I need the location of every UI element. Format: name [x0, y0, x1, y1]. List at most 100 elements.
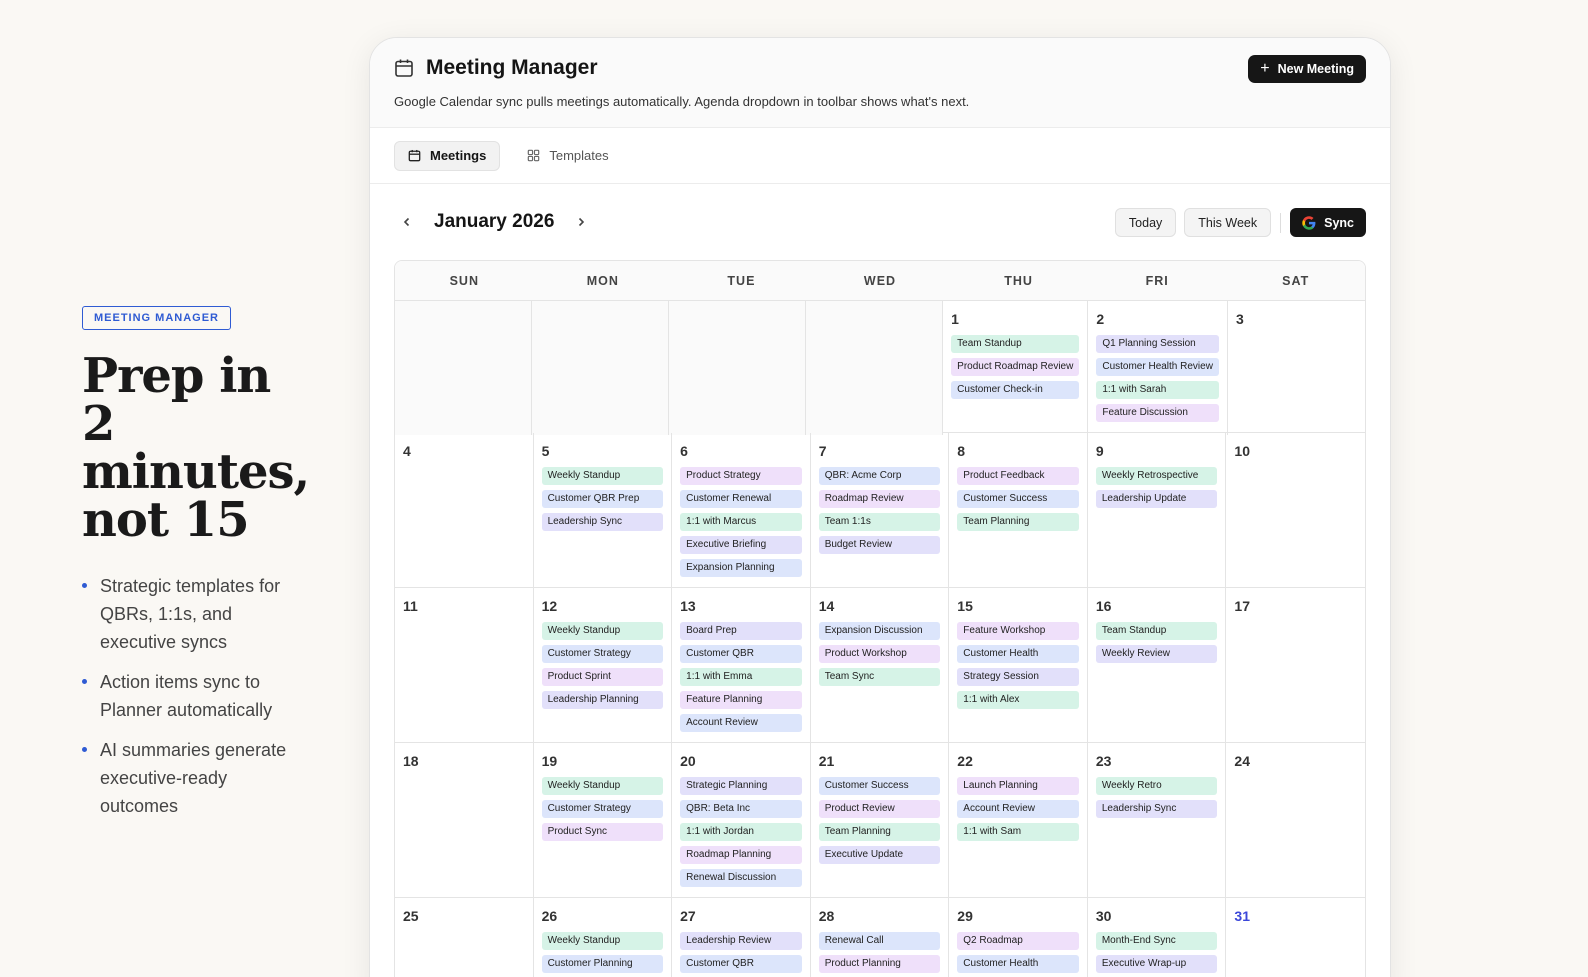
meeting-event[interactable]: 1:1 with Jordan: [680, 823, 802, 841]
meeting-event[interactable]: Leadership Update: [1095, 490, 1218, 508]
meeting-event[interactable]: Customer Planning: [541, 955, 664, 973]
meeting-event[interactable]: 1:1 with Emma: [680, 668, 802, 686]
meeting-event[interactable]: Weekly Standup: [541, 622, 664, 640]
meeting-event[interactable]: Customer Check-in: [951, 381, 1080, 399]
calendar-day-cell[interactable]: 15 Feature Workshop Customer Health Strateg…: [949, 588, 1088, 745]
meeting-event[interactable]: Customer Strategy: [541, 645, 664, 663]
meeting-event[interactable]: Product Planning: [818, 955, 941, 973]
meeting-event[interactable]: Q2 Roadmap: [957, 932, 1079, 950]
meeting-event[interactable]: Product Review: [818, 800, 941, 818]
meeting-event[interactable]: Product Sprint: [541, 668, 664, 686]
meeting-event[interactable]: Feature Workshop: [957, 622, 1079, 640]
meeting-event[interactable]: Feature Discussion: [1096, 404, 1219, 422]
meeting-event[interactable]: Customer Success: [957, 490, 1079, 508]
calendar-day-cell[interactable]: 26 Weekly Standup Customer Planning: [534, 898, 673, 977]
calendar-day-cell[interactable]: 3: [1228, 301, 1365, 435]
meeting-event[interactable]: Team Standup: [951, 335, 1080, 353]
calendar-day-cell[interactable]: 19 Weekly Standup Customer Strategy Product…: [534, 743, 673, 900]
meeting-event[interactable]: Customer QBR: [680, 955, 802, 973]
calendar-day-cell[interactable]: 1 Team Standup Product Roadmap Review Custo…: [943, 301, 1089, 435]
calendar-day-cell[interactable]: 4: [395, 433, 534, 590]
meeting-event[interactable]: Feature Planning: [680, 691, 802, 709]
meeting-event[interactable]: Expansion Discussion: [818, 622, 941, 640]
calendar-day-cell[interactable]: 17: [1226, 588, 1365, 745]
calendar-day-cell[interactable]: 23 Weekly Retro Leadership Sync: [1088, 743, 1227, 900]
tab-meetings[interactable]: Meetings: [394, 140, 501, 171]
meeting-event[interactable]: Product Strategy: [680, 467, 802, 485]
meeting-event[interactable]: Weekly Standup: [541, 777, 664, 795]
meeting-event[interactable]: Customer Success: [818, 777, 941, 795]
meeting-event[interactable]: 1:1 with Sam: [957, 823, 1079, 841]
calendar-day-cell[interactable]: 2 Q1 Planning Session Customer Health Revi…: [1088, 301, 1228, 435]
meeting-event[interactable]: Product Workshop: [818, 645, 941, 663]
meeting-event[interactable]: Leadership Planning: [541, 691, 664, 709]
calendar-day-cell[interactable]: 28 Renewal Call Product Planning: [811, 898, 950, 977]
meeting-event[interactable]: Team Planning: [957, 513, 1079, 531]
calendar-day-cell[interactable]: 5 Weekly Standup Customer QBR Prep Leadersh…: [534, 433, 673, 590]
meeting-event[interactable]: Weekly Retrospective: [1095, 467, 1218, 485]
calendar-day-cell[interactable]: 11: [395, 588, 534, 745]
meeting-event[interactable]: Product Sync: [541, 823, 664, 841]
meeting-event[interactable]: Weekly Standup: [541, 932, 664, 950]
meeting-event[interactable]: Account Review: [957, 800, 1079, 818]
meeting-event[interactable]: Leadership Review: [680, 932, 802, 950]
calendar-day-cell[interactable]: 13 Board Prep Customer QBR 1:1 with Emma Fea…: [672, 588, 811, 745]
meeting-event[interactable]: Launch Planning: [957, 777, 1079, 795]
meeting-event[interactable]: Customer Health Review: [1096, 358, 1219, 376]
tab-templates[interactable]: Templates: [514, 141, 621, 171]
meeting-event[interactable]: Account Review: [680, 714, 802, 732]
calendar-day-cell[interactable]: 14 Expansion Discussion Product Workshop Te…: [811, 588, 950, 745]
meeting-event[interactable]: Expansion Planning: [680, 559, 802, 577]
this-week-button[interactable]: This Week: [1184, 208, 1272, 237]
meeting-event[interactable]: Team 1:1s: [818, 513, 941, 531]
meeting-event[interactable]: Customer QBR Prep: [541, 490, 664, 508]
meeting-event[interactable]: Team Sync: [818, 668, 941, 686]
chevron-right-icon[interactable]: [568, 209, 594, 235]
meeting-event[interactable]: Customer Health: [957, 955, 1079, 973]
meeting-event[interactable]: Weekly Review: [1095, 645, 1218, 663]
calendar-day-cell[interactable]: 20 Strategic Planning QBR: Beta Inc 1:1 wit…: [672, 743, 811, 900]
meeting-event[interactable]: Renewal Discussion: [680, 869, 802, 887]
meeting-event[interactable]: Executive Wrap-up: [1095, 955, 1218, 973]
calendar-day-cell[interactable]: 24: [1226, 743, 1365, 900]
meeting-event[interactable]: QBR: Acme Corp: [818, 467, 941, 485]
meeting-event[interactable]: Customer Strategy: [541, 800, 664, 818]
calendar-day-cell[interactable]: 16 Team Standup Weekly Review: [1088, 588, 1227, 745]
calendar-day-cell[interactable]: 22 Launch Planning Account Review 1:1 with …: [949, 743, 1088, 900]
calendar-day-cell[interactable]: 18: [395, 743, 534, 900]
meeting-event[interactable]: Strategic Planning: [680, 777, 802, 795]
meeting-event[interactable]: Leadership Sync: [541, 513, 664, 531]
meeting-event[interactable]: Roadmap Planning: [680, 846, 802, 864]
meeting-event[interactable]: Roadmap Review: [818, 490, 941, 508]
calendar-day-cell[interactable]: 31: [1226, 898, 1365, 977]
calendar-day-cell[interactable]: 9 Weekly Retrospective Leadership Update: [1088, 433, 1227, 590]
chevron-left-icon[interactable]: [394, 209, 420, 235]
calendar-day-cell[interactable]: 25: [395, 898, 534, 977]
calendar-day-cell[interactable]: 29 Q2 Roadmap Customer Health: [949, 898, 1088, 977]
calendar-day-cell[interactable]: 12 Weekly Standup Customer Strategy Product…: [534, 588, 673, 745]
meeting-event[interactable]: Leadership Sync: [1095, 800, 1218, 818]
sync-button[interactable]: Sync: [1290, 208, 1366, 237]
meeting-event[interactable]: Month-End Sync: [1095, 932, 1218, 950]
meeting-event[interactable]: Team Standup: [1095, 622, 1218, 640]
calendar-day-cell[interactable]: 21 Customer Success Product Review Team Pla…: [811, 743, 950, 900]
meeting-event[interactable]: Customer QBR: [680, 645, 802, 663]
meeting-event[interactable]: Customer Health: [957, 645, 1079, 663]
calendar-day-cell[interactable]: 27 Leadership Review Customer QBR: [672, 898, 811, 977]
new-meeting-button[interactable]: + New Meeting: [1248, 55, 1366, 83]
meeting-event[interactable]: 1:1 with Marcus: [680, 513, 802, 531]
meeting-event[interactable]: Executive Update: [818, 846, 941, 864]
meeting-event[interactable]: Strategy Session: [957, 668, 1079, 686]
meeting-event[interactable]: Executive Briefing: [680, 536, 802, 554]
meeting-event[interactable]: Weekly Standup: [541, 467, 664, 485]
meeting-event[interactable]: Board Prep: [680, 622, 802, 640]
calendar-day-cell[interactable]: 8 Product Feedback Customer Success Team Pl…: [949, 433, 1088, 590]
meeting-event[interactable]: Q1 Planning Session: [1096, 335, 1219, 353]
meeting-event[interactable]: 1:1 with Alex: [957, 691, 1079, 709]
calendar-day-cell[interactable]: 10: [1226, 433, 1365, 590]
meeting-event[interactable]: Product Feedback: [957, 467, 1079, 485]
calendar-day-cell[interactable]: 7 QBR: Acme Corp Roadmap Review Team 1:1s Bu…: [811, 433, 950, 590]
meeting-event[interactable]: 1:1 with Sarah: [1096, 381, 1219, 399]
meeting-event[interactable]: Customer Renewal: [680, 490, 802, 508]
today-button[interactable]: Today: [1114, 208, 1177, 237]
